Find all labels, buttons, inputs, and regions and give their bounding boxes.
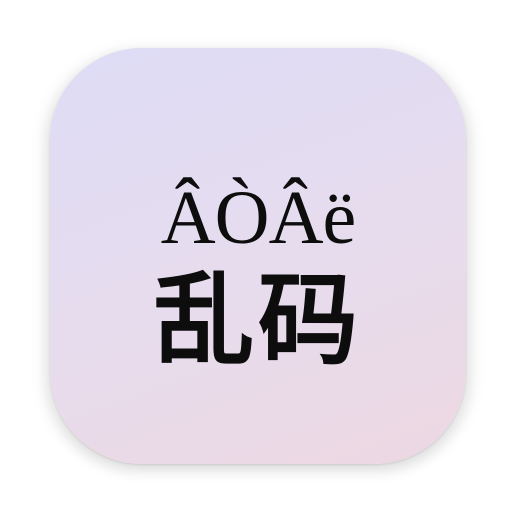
app-icon[interactable]: ÂÒÂë 乱码 <box>50 48 466 464</box>
garbled-text: ÂÒÂë <box>160 176 356 260</box>
icon-title-chinese: 乱码 <box>154 261 362 379</box>
